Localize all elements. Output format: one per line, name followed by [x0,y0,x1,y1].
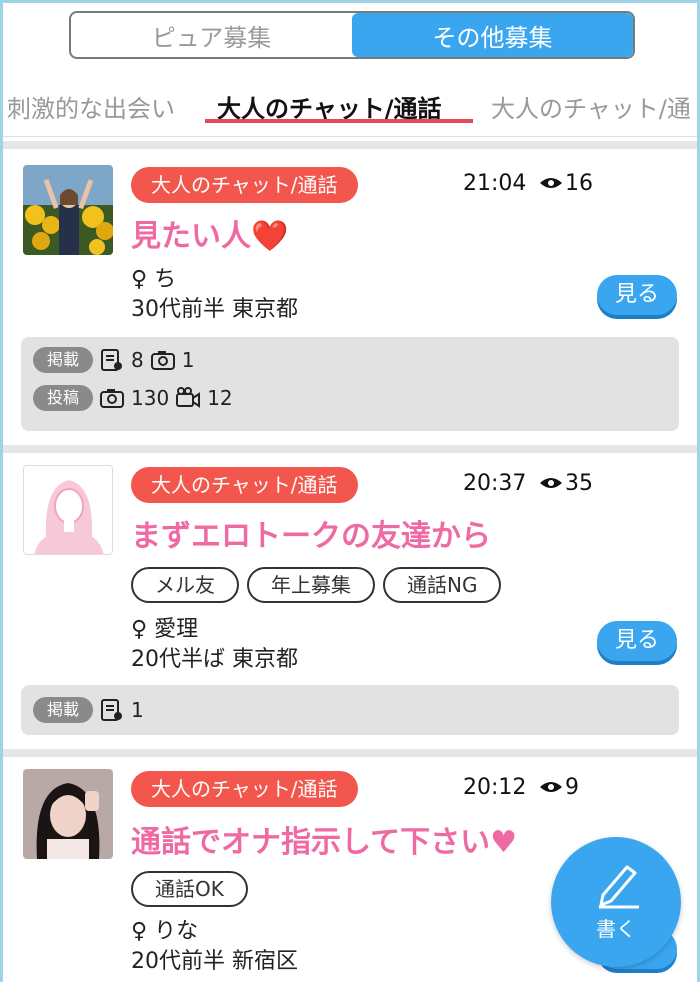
segment-other[interactable]: その他募集 [352,13,633,57]
segment-control: ピュア募集 その他募集 [69,11,635,59]
category-badge: 大人のチャット/通話 [131,771,358,807]
post-label: 投稿 [33,385,94,411]
post-title-text: 見たい人 [131,219,251,254]
divider [3,141,697,149]
category-badge: 大人のチャット/通話 [131,167,358,203]
user-info: ♀ 愛理 20代半ば 東京都 [131,615,298,675]
post-card[interactable]: 大人のチャット/通話 20:37 35 まずエロトークの友達から メル友 年上募… [3,453,697,749]
eye-icon [540,782,562,792]
age-area: 20代前半 新宿区 [131,949,298,974]
gender-icon: ♀ [131,267,148,292]
avatar[interactable] [23,465,113,555]
listing-count: 1 [131,698,144,722]
user-name: りな [154,919,199,944]
tab-exciting[interactable]: 刺激的な出会い [7,89,175,124]
tag-call-ng[interactable]: 通話NG [383,567,502,603]
tab-adult-chat-2[interactable]: 大人のチャット/通 [491,89,691,124]
tag-mail-friend[interactable]: メル友 [131,567,239,603]
segment-pure[interactable]: ピュア募集 [71,13,352,57]
heart-emoji: ❤️ [251,219,289,254]
user-name: ち [154,267,177,292]
document-icon [101,349,123,371]
gender-icon: ♀ [131,617,148,642]
divider [3,445,697,453]
post-title[interactable]: 見たい人❤️ [131,211,288,255]
user-info: ♀ ち 30代前半 東京都 [131,265,298,325]
eye-icon [540,178,562,188]
listing-label: 掲載 [33,697,94,723]
eye-icon [540,478,562,488]
view-button[interactable]: 見る [597,621,677,661]
view-count: 9 [565,775,579,800]
post-video-count: 12 [207,386,233,410]
camera-icon [150,351,175,370]
view-button[interactable]: 見る [597,275,677,315]
post-photo-count: 130 [131,386,170,410]
active-tab-indicator [205,119,473,123]
user-name: 愛理 [154,617,199,642]
listing-row: 掲載 8 1 [33,347,194,373]
age-area: 20代半ば 東京都 [131,647,298,672]
tag-call-ok[interactable]: 通話OK [131,871,248,907]
post-time: 20:37 [463,471,527,496]
listing-count: 8 [131,348,144,372]
video-camera-icon [176,387,201,408]
category-badge: 大人のチャット/通話 [131,467,358,503]
write-label: 書く [596,917,636,941]
view-count: 16 [565,171,593,196]
write-button[interactable]: 書く [551,837,681,967]
post-time: 21:04 [463,171,527,196]
camera-icon [100,389,125,408]
listing-row: 掲載 1 [33,697,144,723]
post-row: 投稿 130 12 [33,385,233,411]
document-icon [101,699,123,721]
listing-label: 掲載 [33,347,94,373]
post-time: 20:12 [463,775,527,800]
user-info: ♀ りな 20代前半 新宿区 [131,917,298,977]
pencil-icon [599,865,639,909]
stats-box: 掲載 1 [21,685,679,735]
view-count: 35 [565,471,593,496]
tag-older[interactable]: 年上募集 [247,567,375,603]
avatar[interactable] [23,769,113,859]
post-title[interactable]: まずエロトークの友達から [131,511,491,555]
post-title[interactable]: 通話でオナ指示して下さい♥ [131,817,517,861]
gender-icon: ♀ [131,919,148,944]
age-area: 30代前半 東京都 [131,297,298,322]
tag-list: 通話OK [131,871,248,907]
stats-box: 掲載 8 1 投稿 130 12 [21,337,679,431]
tag-list: メル友 年上募集 通話NG [131,567,502,603]
category-tabs: 刺激的な出会い 大人のチャット/通話 大人のチャット/通 [3,77,697,137]
avatar[interactable] [23,165,113,255]
divider [3,749,697,757]
listing-photo-count: 1 [181,348,195,372]
post-card[interactable]: 大人のチャット/通話 21:04 16 見たい人❤️ ♀ ち 30代前半 東京都… [3,149,697,445]
